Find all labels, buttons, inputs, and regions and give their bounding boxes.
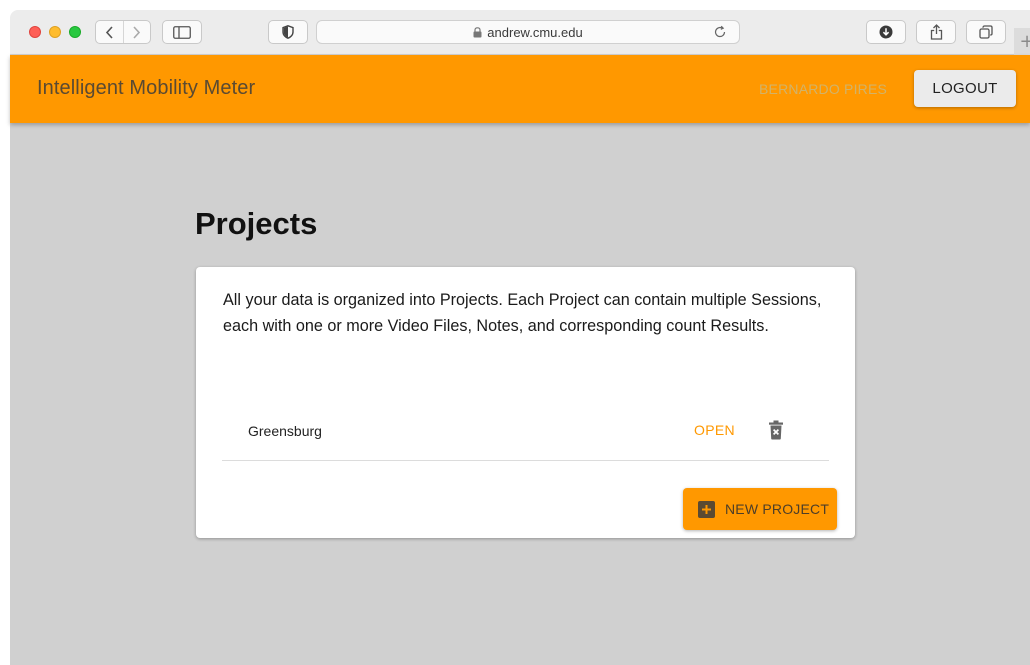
chevron-left-icon bbox=[105, 25, 113, 39]
new-project-button[interactable]: NEW PROJECT bbox=[683, 488, 837, 530]
sidebar-toggle-button[interactable] bbox=[162, 20, 202, 44]
app-title: Intelligent Mobility Meter bbox=[37, 77, 256, 99]
user-name: BERNARDO PIRES bbox=[759, 81, 888, 97]
share-button[interactable] bbox=[916, 20, 956, 44]
downloads-button[interactable] bbox=[866, 20, 906, 44]
project-name: Greensburg bbox=[248, 423, 322, 439]
app-header: Intelligent Mobility Meter BERNARDO PIRE… bbox=[10, 55, 1030, 123]
sidebar-icon bbox=[173, 25, 191, 39]
tab-overview-button[interactable] bbox=[966, 20, 1006, 44]
back-button[interactable] bbox=[96, 21, 123, 43]
chevron-right-icon bbox=[133, 25, 141, 39]
shield-icon bbox=[282, 25, 294, 39]
page-title: Projects bbox=[195, 206, 318, 241]
tabs-icon bbox=[979, 25, 993, 39]
plus-icon bbox=[698, 500, 715, 518]
project-row: Greensburg OPEN bbox=[222, 395, 829, 461]
close-window-button[interactable] bbox=[29, 26, 41, 38]
address-bar[interactable]: andrew.cmu.edu bbox=[316, 20, 740, 44]
download-icon bbox=[879, 25, 893, 39]
lock-icon bbox=[473, 26, 482, 37]
delete-icon[interactable] bbox=[768, 420, 784, 440]
minimize-window-button[interactable] bbox=[49, 26, 61, 38]
new-tab-button[interactable]: + bbox=[1014, 28, 1030, 55]
privacy-report-button[interactable] bbox=[268, 20, 308, 44]
browser-toolbar: andrew.cmu.edu + bbox=[10, 10, 1030, 55]
forward-button[interactable] bbox=[122, 21, 151, 43]
share-icon bbox=[930, 24, 942, 40]
open-project-button[interactable]: OPEN bbox=[694, 422, 735, 438]
history-nav bbox=[95, 20, 151, 44]
logout-button[interactable]: LOGOUT bbox=[914, 70, 1016, 107]
projects-description: All your data is organized into Projects… bbox=[223, 291, 822, 335]
zoom-window-button[interactable] bbox=[69, 26, 81, 38]
app-viewport: Intelligent Mobility Meter BERNARDO PIRE… bbox=[10, 55, 1030, 665]
reload-icon[interactable] bbox=[713, 25, 727, 39]
new-project-label: NEW PROJECT bbox=[725, 501, 830, 517]
url-text: andrew.cmu.edu bbox=[487, 24, 583, 40]
projects-card: All your data is organized into Projects… bbox=[196, 267, 855, 538]
